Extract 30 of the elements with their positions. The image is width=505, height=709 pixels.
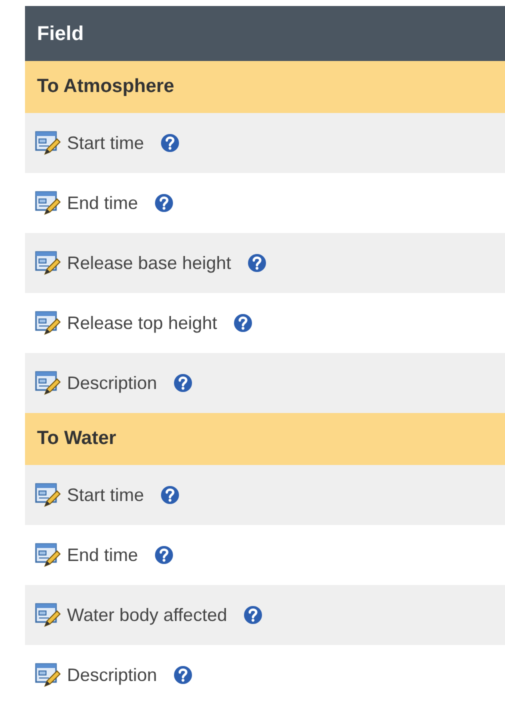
field-label: Release top height: [67, 312, 218, 335]
edit-form-icon: [35, 662, 61, 688]
field-label: Description: [67, 664, 158, 687]
field-label: End time: [67, 192, 138, 214]
help-icon[interactable]: [173, 665, 194, 685]
field-label: Start time: [67, 484, 144, 506]
help-icon[interactable]: [247, 253, 268, 273]
edit-form-icon: [35, 130, 61, 156]
field-label: Description: [67, 372, 158, 395]
help-icon[interactable]: [233, 313, 254, 333]
section-title: To Atmosphere: [37, 74, 174, 99]
field-label: Release base height: [67, 252, 232, 275]
help-icon[interactable]: [243, 605, 264, 625]
edit-form-icon: [35, 310, 61, 336]
column-header-label: Field: [37, 22, 84, 46]
edit-form-icon: [35, 542, 61, 568]
help-icon[interactable]: [154, 545, 174, 565]
help-icon[interactable]: [173, 373, 194, 393]
edit-form-icon: [35, 602, 61, 628]
edit-form-icon: [35, 370, 61, 396]
section-title: To Water: [37, 426, 116, 451]
help-icon[interactable]: [160, 133, 180, 153]
help-icon[interactable]: [160, 485, 180, 505]
help-icon[interactable]: [154, 193, 174, 213]
edit-form-icon: [35, 482, 61, 508]
field-label: End time: [67, 544, 138, 566]
field-label: Water body affected: [67, 604, 228, 627]
edit-form-icon: [35, 190, 61, 216]
edit-form-icon: [35, 250, 61, 276]
field-label: Start time: [67, 132, 144, 154]
